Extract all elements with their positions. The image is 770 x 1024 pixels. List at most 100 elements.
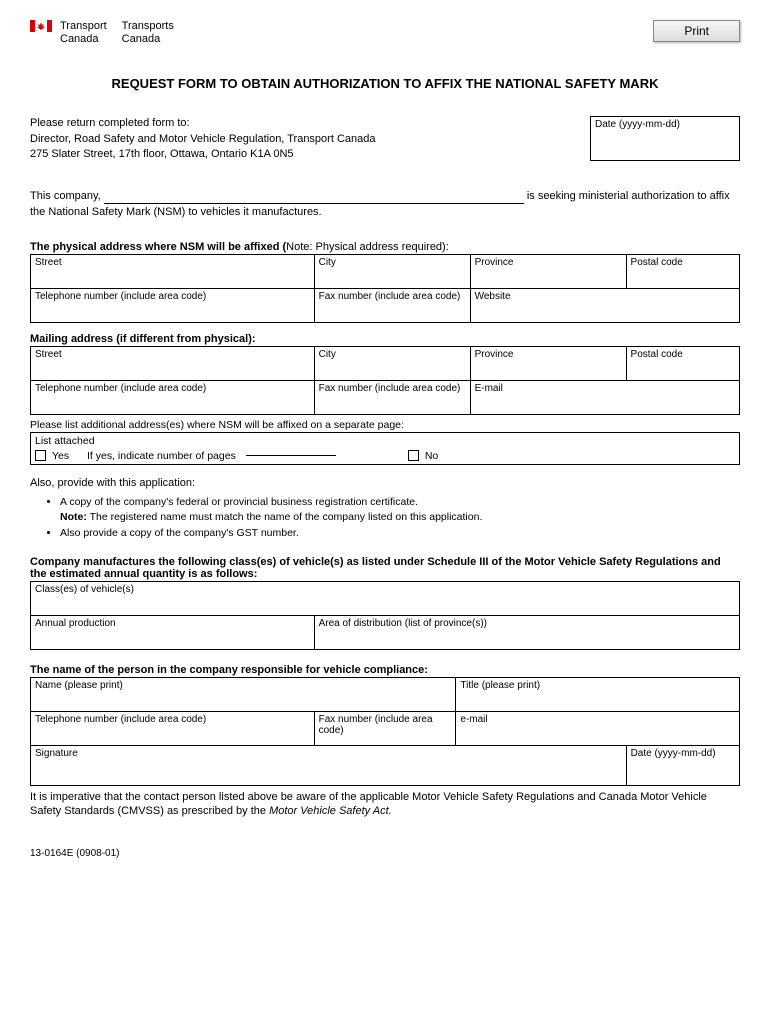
return-line1: Please return completed form to: (30, 116, 375, 131)
responsible-heading: The name of the person in the company re… (30, 664, 740, 676)
list-attached-label: List attached (35, 435, 735, 447)
responsible-title-label: Title (please print) (460, 680, 540, 691)
yes-text: If yes, indicate number of pages (87, 450, 236, 462)
company-prefix: This company, (30, 190, 104, 202)
dept-fr-line1: Transports (122, 20, 174, 33)
physical-website-field[interactable]: Website (470, 288, 739, 322)
responsible-fax-field[interactable]: Fax number (include area code) (314, 711, 456, 745)
responsible-date-field[interactable]: Date (yyyy-mm-dd) (626, 745, 739, 785)
responsible-name-label: Name (please print) (35, 680, 123, 691)
header-left: Transport Canada Transports Canada (30, 20, 174, 46)
bullet-1: A copy of the company's federal or provi… (60, 495, 740, 527)
company-line2: the National Safety Mark (NSM) to vehicl… (30, 206, 322, 218)
physical-fax-field[interactable]: Fax number (include area code) (314, 288, 470, 322)
responsible-title-field[interactable]: Title (please print) (456, 677, 740, 711)
responsible-email-field[interactable]: e-mail (456, 711, 740, 745)
mailing-fax-field[interactable]: Fax number (include area code) (314, 380, 470, 414)
intro-row: Please return completed form to: Directo… (30, 116, 740, 162)
mailing-province-label: Province (475, 349, 514, 360)
bullet-1-note-label: Note: (60, 511, 87, 523)
yes-label: Yes (52, 450, 69, 462)
physical-province-label: Province (475, 257, 514, 268)
company-suffix: is seeking ministerial authorization to … (524, 190, 730, 202)
bullet-2: Also provide a copy of the company's GST… (60, 526, 740, 542)
return-line3: 275 Slater Street, 17th floor, Ottawa, O… (30, 147, 375, 162)
responsible-fax-label: Fax number (include area code) (319, 714, 433, 736)
physical-street-field[interactable]: Street (31, 254, 315, 288)
dept-fr-line2: Canada (122, 33, 174, 46)
form-number: 13-0164E (0908-01) (30, 848, 740, 859)
physical-telephone-label: Telephone number (include area code) (35, 291, 206, 302)
mailing-telephone-label: Telephone number (include area code) (35, 383, 206, 394)
mailing-street-field[interactable]: Street (31, 346, 315, 380)
annual-production-field[interactable]: Annual production (31, 615, 315, 649)
mailing-city-label: City (319, 349, 336, 360)
physical-heading-bold: The physical address where NSM will be a… (30, 241, 286, 253)
no-label: No (425, 450, 438, 462)
mailing-email-label: E-mail (475, 383, 503, 394)
physical-address-table: Street City Province Postal code Telepho… (30, 254, 740, 323)
date-field[interactable]: Date (yyyy-mm-dd) (590, 116, 740, 161)
mailing-postal-field[interactable]: Postal code (626, 346, 739, 380)
return-line2: Director, Road Safety and Motor Vehicle … (30, 132, 375, 147)
classes-heading-line2: the estimated annual quantity is as foll… (30, 568, 740, 580)
mailing-address-table: Street City Province Postal code Telepho… (30, 346, 740, 415)
return-address: Please return completed form to: Directo… (30, 116, 375, 162)
imperative-line2: Safety Standards (CMVSS) as prescribed b… (30, 805, 269, 817)
yes-checkbox[interactable] (35, 450, 46, 461)
physical-postal-label: Postal code (631, 257, 683, 268)
classes-table: Class(es) of vehicle(s) Annual productio… (30, 581, 740, 650)
additional-addresses-line: Please list additional address(es) where… (30, 419, 740, 431)
pages-blank[interactable] (246, 455, 336, 456)
physical-city-field[interactable]: City (314, 254, 470, 288)
classes-heading: Company manufactures the following class… (30, 556, 740, 580)
dept-en-line2: Canada (60, 33, 107, 46)
physical-heading-note: Note: Physical address required): (286, 241, 449, 253)
distribution-area-label: Area of distribution (list of province(s… (319, 618, 487, 629)
physical-heading: The physical address where NSM will be a… (30, 241, 740, 253)
date-label: Date (yyyy-mm-dd) (595, 119, 680, 130)
classes-label: Class(es) of vehicle(s) (35, 584, 134, 595)
classes-field[interactable]: Class(es) of vehicle(s) (31, 581, 740, 615)
no-checkbox[interactable] (408, 450, 419, 461)
responsible-telephone-field[interactable]: Telephone number (include area code) (31, 711, 315, 745)
dept-en-line1: Transport (60, 20, 107, 33)
list-attached-box: List attached Yes If yes, indicate numbe… (30, 432, 740, 465)
imperative-line1: It is imperative that the contact person… (30, 791, 707, 803)
annual-production-label: Annual production (35, 618, 116, 629)
physical-telephone-field[interactable]: Telephone number (include area code) (31, 288, 315, 322)
bullet-1-text: A copy of the company's federal or provi… (60, 496, 418, 508)
imperative-italic: Motor Vehicle Safety Act. (269, 805, 392, 817)
mailing-postal-label: Postal code (631, 349, 683, 360)
physical-city-label: City (319, 257, 336, 268)
department-text: Transport Canada Transports Canada (60, 20, 174, 46)
mailing-heading: Mailing address (if different from physi… (30, 333, 740, 345)
company-sentence: This company, is seeking ministerial aut… (30, 188, 740, 221)
signature-field[interactable]: Signature (31, 745, 627, 785)
classes-heading-line1: Company manufactures the following class… (30, 556, 740, 568)
responsible-telephone-label: Telephone number (include area code) (35, 714, 206, 725)
physical-province-field[interactable]: Province (470, 254, 626, 288)
mailing-telephone-field[interactable]: Telephone number (include area code) (31, 380, 315, 414)
distribution-area-field[interactable]: Area of distribution (list of province(s… (314, 615, 739, 649)
responsible-email-label: e-mail (460, 714, 487, 725)
responsible-date-label: Date (yyyy-mm-dd) (631, 748, 716, 759)
print-button[interactable]: Print (653, 20, 740, 42)
mailing-fax-label: Fax number (include area code) (319, 383, 461, 394)
responsible-name-field[interactable]: Name (please print) (31, 677, 456, 711)
bullet-1-note: The registered name must match the name … (87, 511, 483, 523)
mailing-street-label: Street (35, 349, 62, 360)
physical-website-label: Website (475, 291, 511, 302)
mailing-city-field[interactable]: City (314, 346, 470, 380)
physical-street-label: Street (35, 257, 62, 268)
responsible-table: Name (please print) Title (please print)… (30, 677, 740, 786)
page-title: REQUEST FORM TO OBTAIN AUTHORIZATION TO … (30, 76, 740, 91)
company-name-blank[interactable] (104, 203, 524, 204)
physical-postal-field[interactable]: Postal code (626, 254, 739, 288)
mailing-province-field[interactable]: Province (470, 346, 626, 380)
mailing-email-field[interactable]: E-mail (470, 380, 739, 414)
document-header: Transport Canada Transports Canada Print (30, 20, 740, 46)
canada-flag-icon (30, 20, 52, 32)
signature-label: Signature (35, 748, 78, 759)
imperative-text: It is imperative that the contact person… (30, 790, 740, 819)
